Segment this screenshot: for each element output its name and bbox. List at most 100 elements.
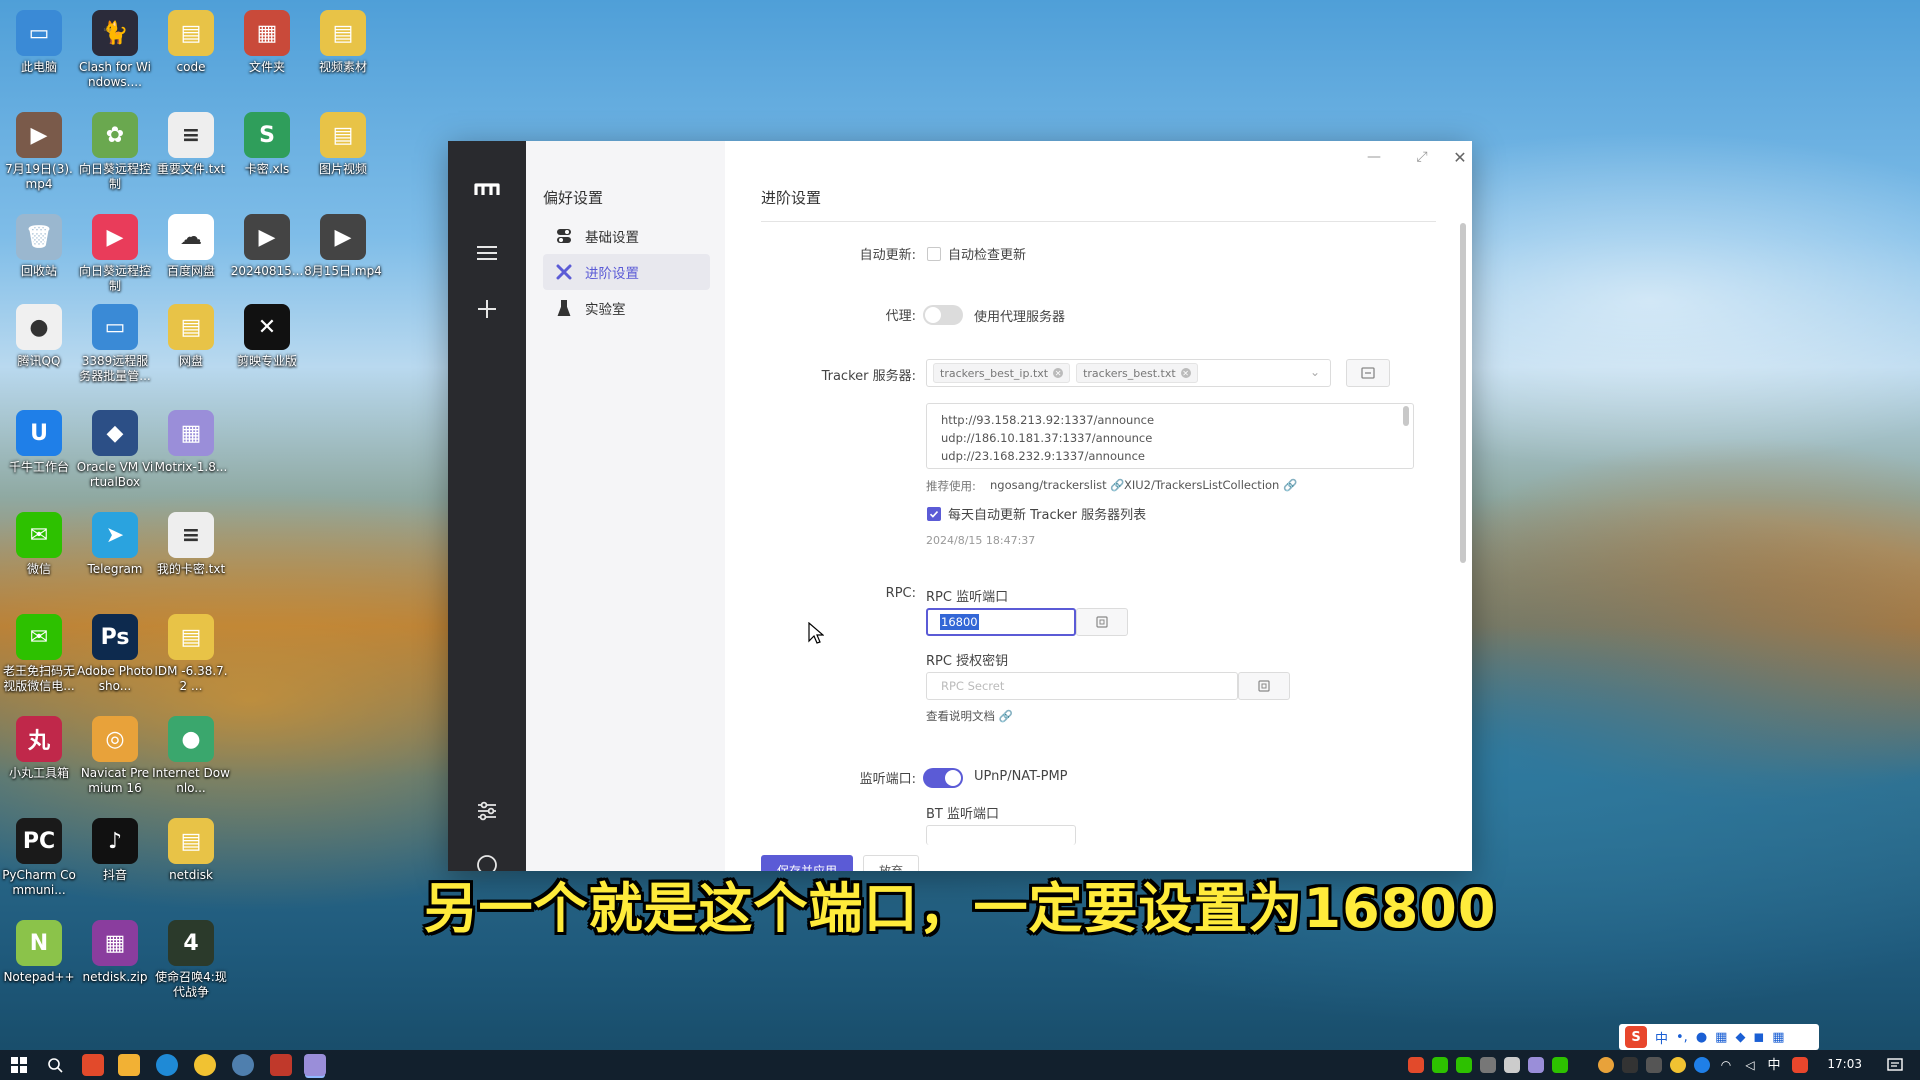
desktop-icon[interactable]: ▤ 图片视频 [304, 112, 382, 177]
rpc-port-input[interactable]: 16800 [926, 608, 1076, 636]
desktop-icon[interactable]: Ps Adobe Photosho... [76, 614, 154, 694]
desktop-icon[interactable]: ▦ 文件夹 [228, 10, 306, 75]
tracker-auto-update-checkbox[interactable] [927, 507, 941, 521]
clock[interactable]: 17:03 [1827, 1057, 1862, 1071]
rpc-secret-random-button[interactable] [1238, 672, 1290, 700]
tracker-list-textarea[interactable]: http://93.158.213.92:1337/announce udp:/… [926, 403, 1414, 469]
tray-app-icon[interactable] [1598, 1057, 1614, 1073]
desktop-icon[interactable]: ▤ 网盘 [152, 304, 230, 369]
rpc-port-random-button[interactable] [1076, 608, 1128, 636]
desktop-icon[interactable]: ✿ 向日葵远程控制 [76, 112, 154, 192]
auto-update-checkbox[interactable] [927, 247, 941, 261]
nav-item-advanced[interactable]: 进阶设置 [543, 254, 710, 290]
keyboard-icon[interactable]: ▦ [1715, 1030, 1727, 1045]
app-store-icon[interactable] [82, 1054, 104, 1076]
panel-scrollbar[interactable] [1460, 223, 1466, 563]
nav-item-lab[interactable]: 实验室 [543, 290, 710, 326]
desktop-icon[interactable]: ● 腾讯QQ [0, 304, 78, 369]
rpc-secret-input[interactable]: RPC Secret [926, 672, 1238, 700]
windows-start-icon[interactable] [8, 1054, 30, 1076]
punctuation-icon[interactable]: •, [1676, 1030, 1688, 1045]
desktop-icon[interactable]: ● Internet Downlo... [152, 716, 230, 796]
desktop-icon[interactable]: U 千牛工作台 [0, 410, 78, 475]
tracker-tag[interactable]: trackers_best.txt ✕ [1076, 363, 1198, 383]
desktop-icon[interactable]: 🗑 回收站 [0, 214, 78, 279]
wechat-tray-icon[interactable] [1552, 1057, 1568, 1073]
desktop-icon[interactable]: ☁ 百度网盘 [152, 214, 230, 279]
tag-close-icon[interactable]: ✕ [1180, 368, 1191, 378]
desktop-icon[interactable]: S 卡密.xls [228, 112, 306, 177]
desktop-icon[interactable]: ▤ code [152, 10, 230, 75]
tag-close-icon[interactable]: ✕ [1053, 368, 1064, 378]
desktop-icon[interactable]: ▶ 20240815... [228, 214, 306, 279]
desktop-app-icon: ✉ [16, 512, 62, 558]
desktop-icon[interactable]: ≡ 重要文件.txt [152, 112, 230, 177]
wechat-tray-icon[interactable] [1456, 1057, 1472, 1073]
nav-item-basic[interactable]: 基础设置 [543, 218, 710, 254]
nvidia-icon[interactable] [1622, 1057, 1638, 1073]
minimize-icon[interactable]: — [1354, 145, 1394, 169]
tray-app-icon[interactable] [1408, 1057, 1424, 1073]
menu-icon[interactable] [469, 235, 505, 271]
tray-app-icon[interactable] [1480, 1057, 1496, 1073]
add-task-icon[interactable] [469, 291, 505, 327]
skin-icon[interactable]: ◆ [1735, 1030, 1745, 1045]
recommend-link-ngosang[interactable]: ngosang/trackerslist 🔗 [990, 478, 1125, 492]
toolbox-icon[interactable]: ▦ [1772, 1030, 1784, 1045]
bluetooth-icon[interactable] [1694, 1057, 1710, 1073]
desktop-icon[interactable]: ▶ 8月15日.mp4 [304, 214, 382, 279]
maximize-icon[interactable]: ⤢ [1402, 145, 1442, 169]
chevron-down-icon[interactable]: ⌄ [1310, 365, 1320, 379]
edge-icon[interactable] [156, 1054, 178, 1076]
desktop-icon[interactable]: ▶ 向日葵远程控制 [76, 214, 154, 294]
desktop-icon[interactable]: ▦ Motrix-1.8... [152, 410, 230, 475]
desktop-icon[interactable]: ✉ 微信 [0, 512, 78, 577]
volume-icon[interactable]: ◁ [1742, 1057, 1758, 1073]
tray-app-icon[interactable] [1646, 1057, 1662, 1073]
ime-toolbar[interactable]: S 中 •, ● ▦ ◆ ◼ ▦ [1619, 1024, 1819, 1050]
tracker-select[interactable]: trackers_best_ip.txt ✕ trackers_best.txt ✕… [926, 359, 1331, 387]
sync-tracker-button[interactable] [1346, 359, 1390, 387]
search-icon[interactable] [44, 1054, 66, 1076]
desktop-icon[interactable]: ▭ 3389远程服务器批量管... [76, 304, 154, 384]
desktop-icon[interactable]: ▤ 视频素材 [304, 10, 382, 75]
desktop-icon[interactable]: 丸小丸工具箱 [0, 716, 78, 781]
desktop-icon[interactable]: ◆ Oracle VM VirtualBox [76, 410, 154, 490]
sogou-tray-icon[interactable] [1792, 1057, 1808, 1073]
input-lang-indicator[interactable]: 中 [1766, 1055, 1782, 1073]
motrix-tray-icon[interactable] [1528, 1057, 1544, 1073]
close-icon[interactable]: ✕ [1440, 145, 1472, 169]
wechat-tray-icon[interactable] [1432, 1057, 1448, 1073]
browser-icon[interactable] [232, 1054, 254, 1076]
file-explorer-icon[interactable] [118, 1054, 140, 1076]
external-link-icon: 🔗 [1283, 478, 1298, 492]
textarea-scrollbar[interactable] [1403, 406, 1409, 426]
ime-lang[interactable]: 中 [1655, 1028, 1668, 1047]
tray-app-icon[interactable] [1504, 1057, 1520, 1073]
desktop-icon[interactable]: ≡ 我的卡密.txt [152, 512, 230, 577]
desktop-icon[interactable]: ✕ 剪映专业版 [228, 304, 306, 369]
desktop-icon[interactable]: ▤ IDM -6.38.7.2 ... [152, 614, 230, 694]
wifi-icon[interactable]: ◠ [1718, 1057, 1734, 1073]
desktop-icon[interactable]: ▶ 7月19日(3).mp4 [0, 112, 78, 192]
rpc-doc-link[interactable]: 查看说明文档 🔗 [926, 708, 1013, 724]
game-icon[interactable]: ◼ [1753, 1030, 1764, 1045]
tray-app-icon[interactable] [1670, 1057, 1686, 1073]
motrix-taskbar-icon[interactable] [304, 1054, 326, 1076]
desktop-icon[interactable]: ◎ Navicat Premium 16 [76, 716, 154, 796]
notification-icon[interactable] [1884, 1054, 1906, 1076]
chrome-icon[interactable] [194, 1054, 216, 1076]
proxy-toggle[interactable] [923, 305, 963, 325]
video-app-icon[interactable] [270, 1054, 292, 1076]
desktop-icon[interactable]: 🐈 Clash for Windows.... [76, 10, 154, 90]
desktop-icon[interactable]: ➤ Telegram [76, 512, 154, 577]
desktop-icon[interactable]: ✉ 老王免扫码无视版微信电... [0, 614, 78, 694]
upnp-toggle[interactable] [923, 768, 963, 788]
desktop-icon[interactable]: ▭ 此电脑 [0, 10, 78, 75]
bt-port-input[interactable] [926, 825, 1076, 845]
recommend-link-xiu2[interactable]: XIU2/TrackersListCollection 🔗 [1124, 478, 1297, 492]
tracker-tag[interactable]: trackers_best_ip.txt ✕ [933, 363, 1071, 383]
preferences-icon[interactable] [469, 793, 505, 829]
motrix-logo-icon[interactable] [469, 171, 505, 207]
microphone-icon[interactable]: ● [1696, 1030, 1707, 1045]
